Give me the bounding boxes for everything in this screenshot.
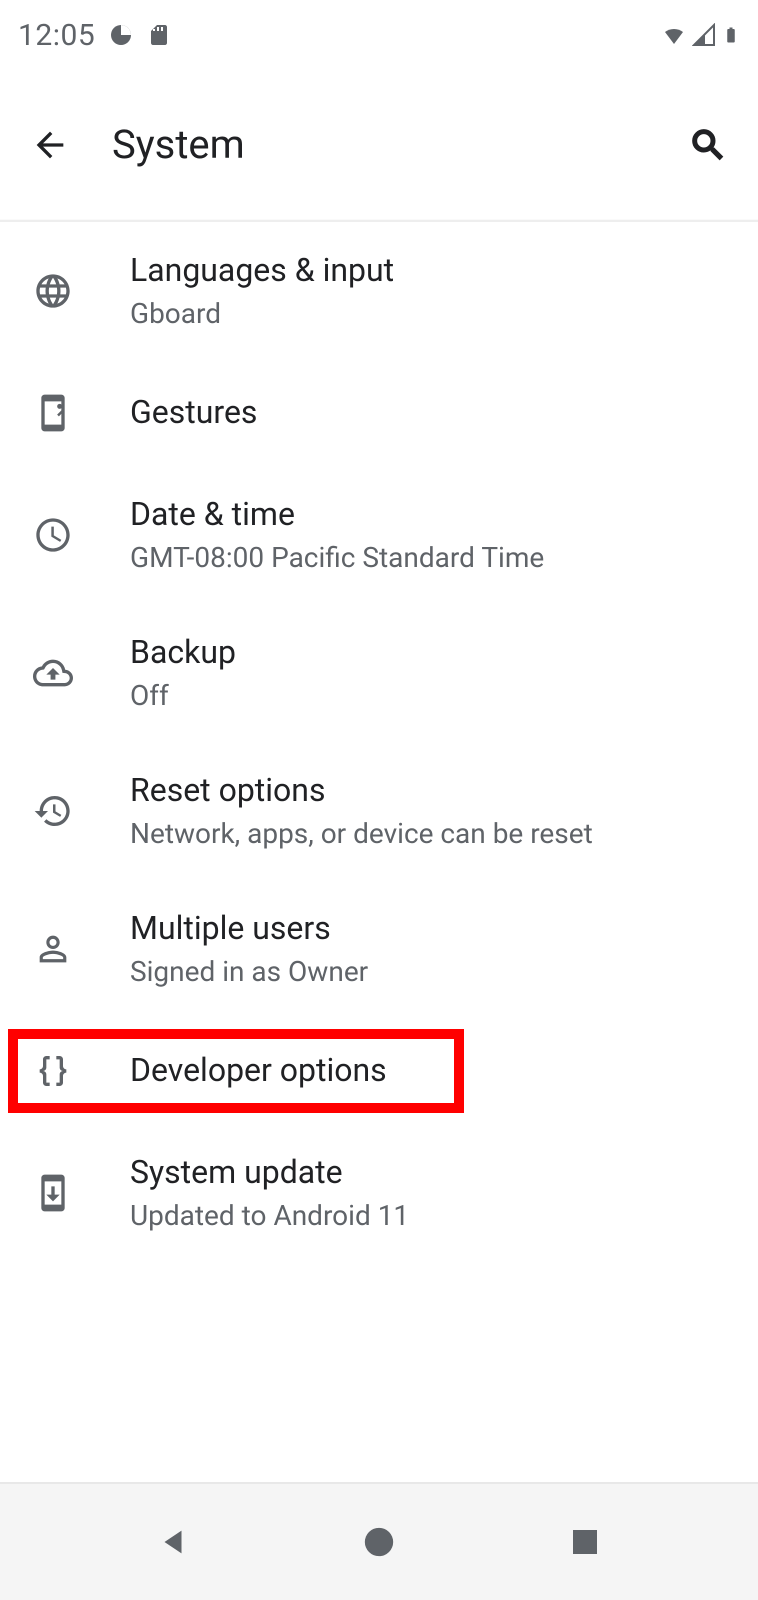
item-title: Developer options [130,1050,730,1092]
list-item-backup[interactable]: Backup Off [0,604,758,742]
battery-icon [722,23,740,47]
item-title: Backup [130,632,730,674]
header: System [0,70,758,220]
list-item-languages[interactable]: Languages & input Gboard [0,222,758,360]
item-title: Gestures [130,392,730,434]
signal-icon [692,23,716,47]
wifi-icon [662,23,686,47]
system-update-icon [28,1168,78,1218]
item-subtitle: GMT-08:00 Pacific Standard Time [130,540,730,576]
settings-list: Languages & input Gboard Gestures Date &… [0,220,758,1262]
nav-recents-button[interactable] [545,1502,625,1582]
item-subtitle: Signed in as Owner [130,954,730,990]
status-bar: 12:05 [0,0,758,70]
nav-home-button[interactable] [339,1502,419,1582]
sd-card-icon [147,23,171,47]
cloud-upload-icon [28,648,78,698]
search-button[interactable] [686,123,730,167]
list-item-update[interactable]: System update Updated to Android 11 [0,1124,758,1262]
item-title: Multiple users [130,908,730,950]
back-arrow-icon [30,125,70,165]
item-subtitle: Off [130,678,730,714]
list-item-multiusers[interactable]: Multiple users Signed in as Owner [0,880,758,1018]
item-subtitle: Network, apps, or device can be reset [130,816,730,852]
globe-icon [28,266,78,316]
triangle-back-icon [156,1525,190,1559]
item-subtitle: Gboard [130,296,730,332]
back-button[interactable] [28,123,72,167]
square-recents-icon [569,1526,601,1558]
item-title: System update [130,1152,730,1194]
item-title: Date & time [130,494,730,536]
list-item-developer[interactable]: Developer options [0,1018,758,1124]
restore-icon [28,786,78,836]
nav-back-button[interactable] [133,1502,213,1582]
circle-home-icon [362,1525,396,1559]
notification-icon-1 [109,23,133,47]
code-braces-icon [28,1046,78,1096]
list-item-reset[interactable]: Reset options Network, apps, or device c… [0,742,758,880]
list-item-gestures[interactable]: Gestures [0,360,758,466]
status-left: 12:05 [18,18,171,53]
clock-icon [28,510,78,560]
page-title: System [112,121,686,168]
search-icon [688,125,728,165]
person-icon [28,924,78,974]
gestures-icon [28,388,78,438]
item-subtitle: Updated to Android 11 [130,1198,730,1234]
list-item-datetime[interactable]: Date & time GMT-08:00 Pacific Standard T… [0,466,758,604]
navigation-bar [0,1482,758,1600]
status-time: 12:05 [18,18,95,53]
status-right [662,23,740,47]
item-title: Reset options [130,770,730,812]
item-title: Languages & input [130,250,730,292]
